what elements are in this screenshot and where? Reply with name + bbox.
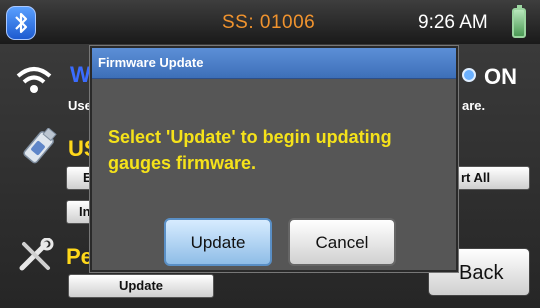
status-bar: SS: 01006 9:26 AM [0, 0, 540, 45]
bluetooth-icon[interactable] [6, 6, 36, 40]
dialog-message: Select 'Update' to begin updating gauges… [108, 127, 392, 173]
wifi-heading: W [70, 62, 91, 87]
tools-icon [19, 238, 54, 271]
usb-drive-icon [23, 128, 57, 164]
wifi-icon [16, 67, 52, 93]
radio-dot-icon [462, 68, 476, 82]
firmware-update-dialog: Firmware Update Select 'Update' to begin… [90, 46, 458, 272]
wifi-description-end: are. [462, 98, 486, 113]
export-all-button[interactable]: rt All [456, 166, 530, 190]
battery-icon [512, 5, 526, 38]
serial-number-label: SS: 01006 [222, 12, 316, 33]
update-button[interactable]: Update [68, 274, 214, 298]
peripherals-heading: Pe [66, 244, 93, 269]
dialog-update-button[interactable]: Update [164, 218, 272, 266]
dialog-cancel-button[interactable]: Cancel [288, 218, 396, 266]
wifi-toggle[interactable]: ON [462, 64, 517, 90]
wifi-state-label: ON [484, 64, 517, 89]
wifi-description: Use [68, 98, 92, 113]
dialog-title: Firmware Update [92, 48, 456, 79]
clock: 9:26 AM [418, 12, 488, 33]
